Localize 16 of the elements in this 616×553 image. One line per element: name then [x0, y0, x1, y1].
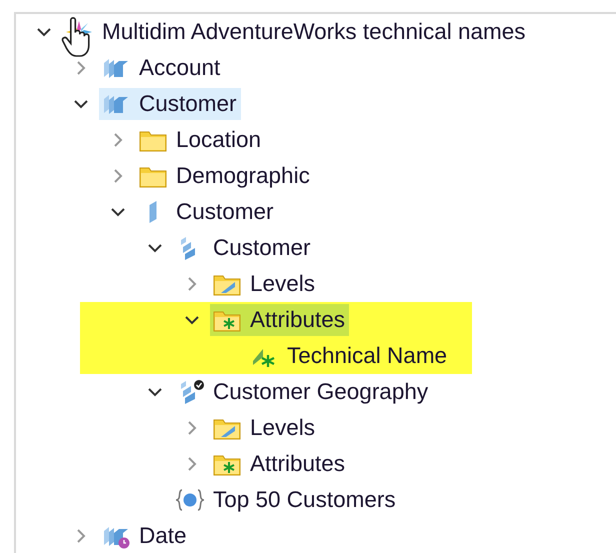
tree-item[interactable]: Levels	[210, 268, 320, 300]
tree-item[interactable]: Levels	[210, 412, 320, 444]
tree-item[interactable]: Customer	[173, 232, 315, 264]
dimension-icon	[149, 201, 157, 223]
tree-item[interactable]: Demographic	[136, 160, 314, 192]
tree-item[interactable]: Location	[136, 124, 266, 156]
tree-item[interactable]: Attributes	[210, 304, 350, 336]
tree-item[interactable]: Technical Name	[247, 340, 452, 372]
set-icon	[175, 487, 205, 513]
tree-item[interactable]: Top 50 Customers	[173, 484, 400, 516]
tree-item[interactable]: Date	[99, 520, 191, 552]
tree-item[interactable]: Customer	[136, 196, 278, 228]
tree-item[interactable]: Customer	[99, 88, 241, 120]
tree-item[interactable]: Customer Geography	[173, 376, 432, 408]
tree-item[interactable]: Account	[99, 52, 224, 84]
tree-item[interactable]: Attributes	[210, 448, 350, 480]
